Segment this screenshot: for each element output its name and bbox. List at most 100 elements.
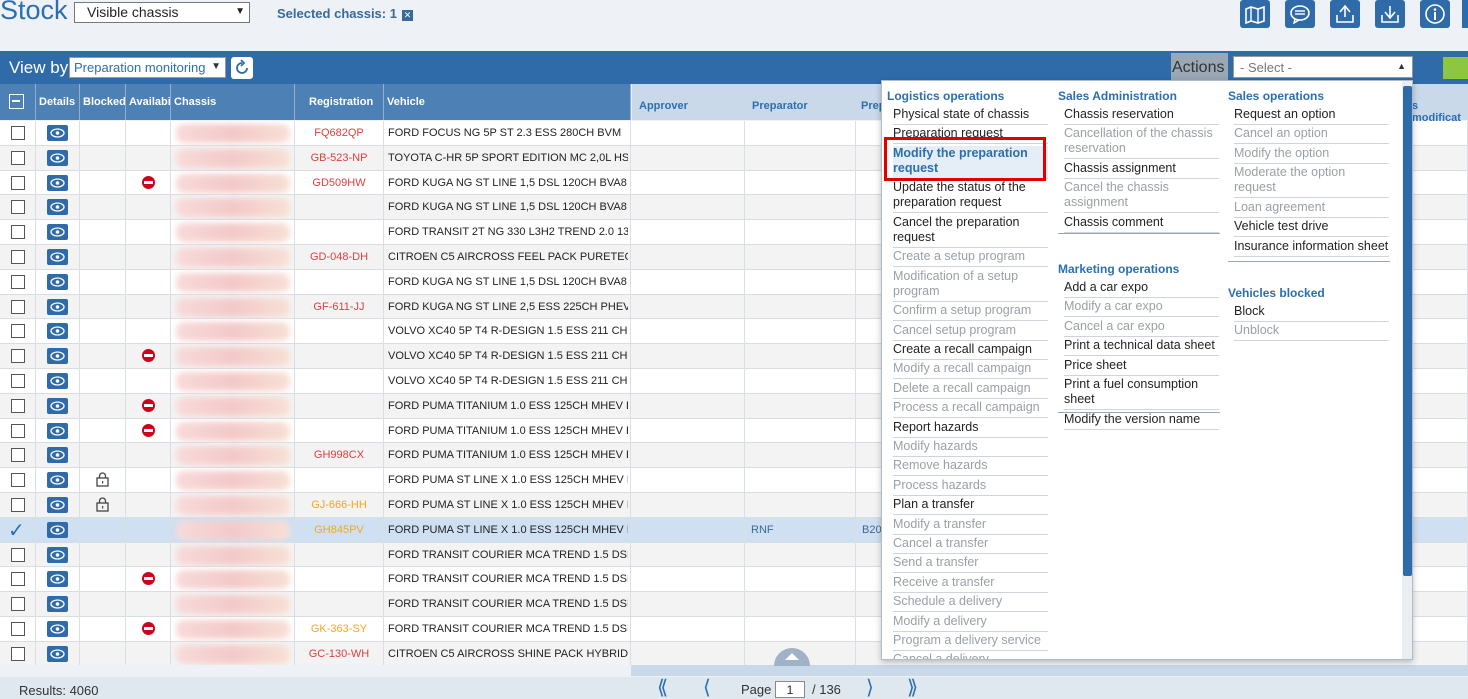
eye-icon[interactable] — [47, 149, 68, 166]
eye-icon[interactable] — [47, 373, 68, 389]
menu-item[interactable]: Create a recall campaign — [893, 342, 1048, 360]
eye-icon[interactable] — [47, 645, 68, 662]
row-checkbox[interactable] — [11, 175, 25, 190]
chat-icon[interactable] — [1285, 0, 1315, 28]
info-icon[interactable] — [1420, 0, 1450, 28]
row-checkbox[interactable] — [11, 473, 25, 488]
next-page-icon[interactable]: ⟩ — [866, 678, 874, 698]
column-header-registration[interactable]: Registration — [295, 84, 384, 120]
row-checkbox[interactable] — [11, 572, 25, 587]
column-header-blocked[interactable]: Blocked — [80, 84, 126, 120]
eye-icon[interactable] — [47, 422, 68, 439]
check-icon[interactable]: ✓ — [8, 518, 25, 543]
menu-item[interactable]: Print a technical data sheet — [1064, 338, 1219, 357]
column-header-availability[interactable]: Availability — [126, 84, 171, 120]
refresh-button[interactable] — [231, 57, 253, 79]
row-checkbox[interactable] — [11, 349, 25, 364]
page-number-input[interactable]: 1 — [775, 681, 805, 698]
registration-value: GD509HW — [312, 176, 366, 189]
eye-icon[interactable] — [47, 199, 68, 216]
menu-item[interactable]: Vehicle test drive — [1234, 219, 1389, 238]
menu-divider — [1058, 233, 1220, 234]
eye-icon[interactable] — [47, 125, 68, 141]
row-checkbox[interactable] — [11, 646, 25, 661]
validate-button[interactable] — [1443, 57, 1468, 79]
menu-item[interactable]: Insurance information sheet — [1234, 239, 1389, 257]
menu-item[interactable]: Update the status of the preparation req… — [893, 180, 1048, 214]
eye-icon[interactable] — [47, 447, 68, 464]
map-icon[interactable] — [1240, 0, 1270, 28]
table-cell — [295, 468, 384, 493]
table-cell — [126, 319, 171, 345]
vehicle-value: FORD PUMA TITANIUM 1.0 ESS 125CH MHEV BV… — [388, 424, 628, 437]
eye-icon[interactable] — [47, 224, 68, 241]
menu-item[interactable]: Price sheet — [1064, 358, 1219, 376]
row-checkbox[interactable] — [11, 200, 25, 215]
row-checkbox[interactable] — [11, 448, 25, 463]
row-checkbox[interactable] — [11, 150, 25, 165]
eye-icon[interactable] — [47, 521, 68, 538]
eye-icon[interactable] — [47, 298, 68, 315]
chassis-value-redacted — [176, 347, 290, 367]
eye-icon[interactable] — [47, 596, 68, 613]
column-header-preparator[interactable]: Preparator — [752, 100, 808, 112]
prev-page-icon[interactable]: ⟨ — [703, 678, 711, 698]
last-page-icon[interactable]: ⟫ — [907, 678, 918, 698]
dropdown-scrollbar-thumb[interactable] — [1403, 86, 1412, 576]
menu-item[interactable]: Report hazards — [893, 420, 1048, 438]
eye-icon[interactable] — [47, 174, 68, 191]
horizontal-scrollbar[interactable] — [631, 665, 1468, 676]
row-checkbox[interactable] — [11, 324, 25, 339]
eye-icon[interactable] — [47, 397, 68, 414]
eye-icon[interactable] — [47, 249, 68, 265]
eye-icon[interactable] — [47, 323, 68, 340]
column-header-details[interactable]: Details — [36, 84, 80, 120]
row-checkbox[interactable] — [11, 547, 25, 562]
eye-icon[interactable] — [47, 472, 68, 489]
row-checkbox[interactable] — [11, 398, 25, 413]
table-cell — [80, 145, 126, 171]
menu-item[interactable]: Physical state of chassis — [893, 107, 1048, 125]
menu-item[interactable]: Block — [1234, 304, 1389, 322]
row-checkbox[interactable] — [11, 374, 25, 388]
eye-icon[interactable] — [47, 497, 68, 513]
actions-select[interactable]: - Select - ▲ — [1233, 56, 1413, 78]
menu-item[interactable]: Chassis assignment — [1064, 161, 1219, 179]
menu-item[interactable]: Cancel the preparation request — [893, 215, 1048, 248]
view-by-select[interactable]: Preparation monitoring ▼ — [69, 57, 226, 78]
row-checkbox[interactable] — [11, 225, 25, 240]
chassis-filter-select[interactable]: Visible chassis ▼ — [74, 2, 250, 23]
menu-item: Process hazards — [893, 478, 1048, 496]
menu-item[interactable]: Modify the version name — [1064, 412, 1219, 430]
row-checkbox[interactable] — [11, 274, 25, 289]
eye-icon[interactable] — [47, 273, 68, 290]
table-cell — [80, 344, 126, 369]
registration-value: GF-611-JJ — [313, 300, 365, 313]
eye-icon[interactable] — [47, 621, 68, 637]
row-checkbox[interactable] — [11, 250, 25, 264]
upload-icon[interactable] — [1330, 0, 1360, 28]
menu-item[interactable]: Print a fuel consumption sheet — [1064, 377, 1219, 410]
menu-item[interactable]: Plan a transfer — [893, 497, 1048, 516]
row-checkbox[interactable] — [11, 498, 25, 512]
row-checkbox[interactable] — [11, 622, 25, 636]
row-checkbox[interactable] — [11, 423, 25, 438]
menu-item[interactable]: Chassis reservation — [1064, 107, 1219, 125]
eye-icon[interactable] — [47, 546, 68, 563]
clear-selection-icon[interactable]: ✕ — [401, 10, 413, 21]
first-page-icon[interactable]: ⟪ — [657, 678, 668, 698]
column-header-vehicle[interactable]: Vehicle — [384, 84, 631, 120]
menu-item[interactable]: Chassis comment — [1064, 215, 1219, 233]
menu-item[interactable]: Add a car expo — [1064, 280, 1219, 298]
row-checkbox[interactable] — [11, 597, 25, 612]
row-checkbox[interactable] — [11, 299, 25, 314]
column-header-approver[interactable]: Approver — [639, 100, 688, 112]
column-header-chassis[interactable]: Chassis — [171, 84, 295, 120]
row-checkbox[interactable] — [11, 126, 25, 140]
download-icon[interactable] — [1375, 0, 1405, 28]
menu-item[interactable]: Request an option — [1234, 107, 1389, 125]
eye-icon[interactable] — [47, 571, 68, 588]
eye-icon[interactable] — [47, 348, 68, 365]
table-cell — [745, 542, 856, 568]
select-all-checkbox[interactable] — [0, 84, 36, 120]
